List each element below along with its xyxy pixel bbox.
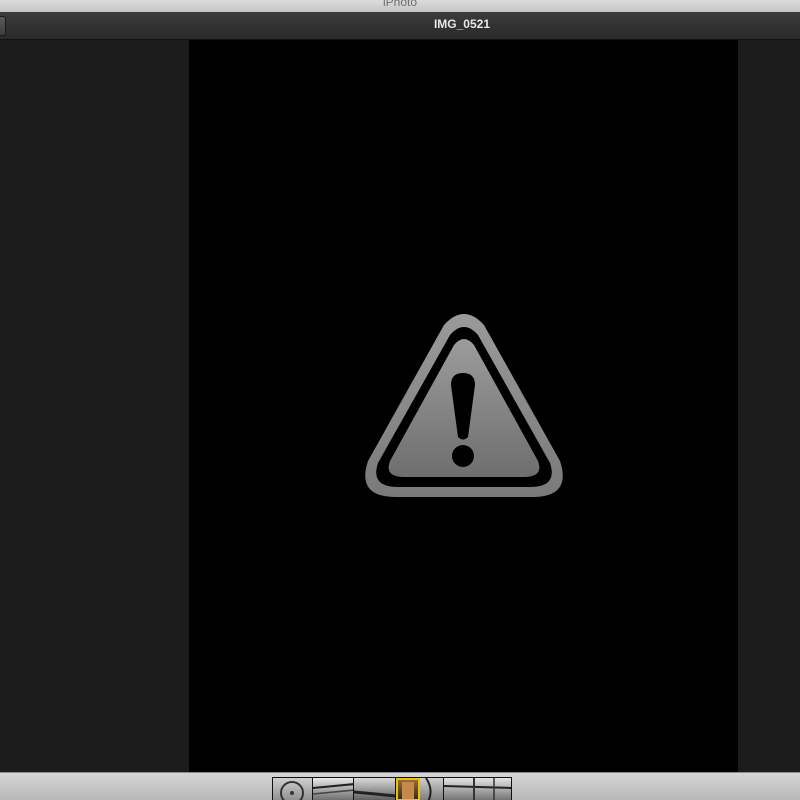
bicycle-thumbnail-icon xyxy=(443,778,511,800)
filmstrip-bar xyxy=(0,772,800,800)
toolbar: IMG_0521 xyxy=(0,12,800,40)
filmstrip[interactable] xyxy=(272,777,512,800)
app-title: iPhoto xyxy=(382,0,418,9)
iphoto-window: iPhoto IMG_0521 xyxy=(0,0,800,800)
photo-title: IMG_0521 xyxy=(433,17,491,31)
bicycle-thumbnail-icon xyxy=(354,790,395,798)
filmstrip-thumbnail[interactable] xyxy=(312,778,355,800)
photo-viewer xyxy=(0,40,800,772)
filmstrip-thumbnail[interactable] xyxy=(273,778,313,800)
bicycle-thumbnail-icon xyxy=(312,783,354,795)
door-thumbnail-icon xyxy=(401,782,414,799)
wheel-thumbnail-icon xyxy=(280,781,304,800)
warning-icon xyxy=(365,314,563,497)
filmstrip-thumbnail[interactable] xyxy=(354,778,396,800)
filmstrip-thumbnail-selected[interactable] xyxy=(395,778,420,800)
wheel-thumbnail-icon xyxy=(424,778,432,800)
window-titlebar[interactable]: iPhoto xyxy=(0,0,800,12)
filmstrip-thumbnail[interactable] xyxy=(419,778,444,800)
exclamation-dot xyxy=(452,445,474,467)
photo-display[interactable] xyxy=(189,40,738,772)
filmstrip-thumbnail[interactable] xyxy=(443,778,511,800)
